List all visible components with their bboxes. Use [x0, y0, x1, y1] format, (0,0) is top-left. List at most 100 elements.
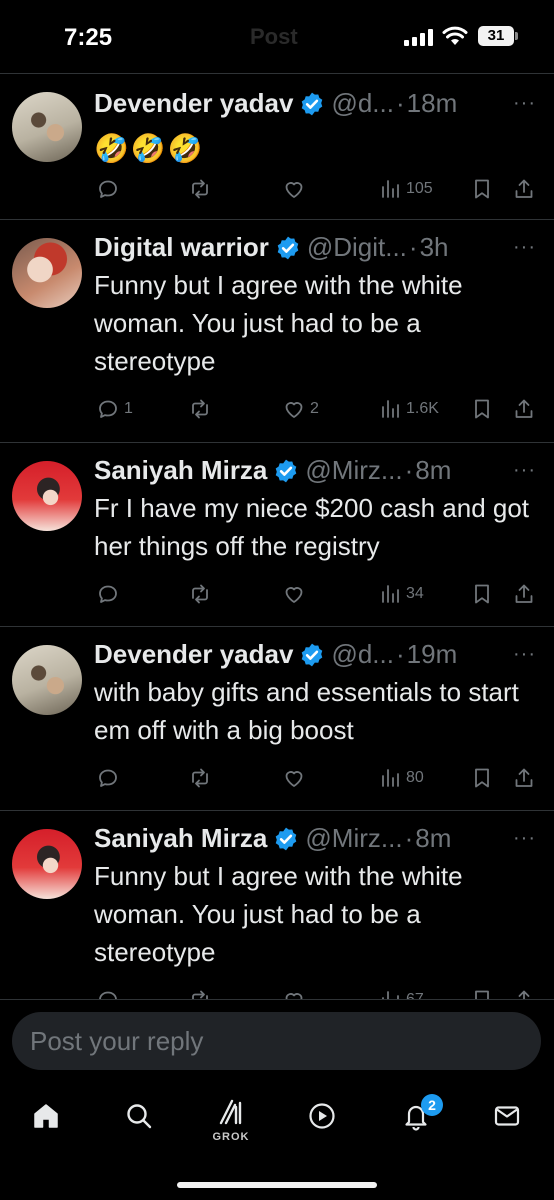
avatar[interactable] — [12, 92, 82, 162]
views-button[interactable]: 80 — [378, 765, 424, 791]
views-button[interactable]: 34 — [378, 581, 424, 607]
views-chart-icon — [382, 769, 399, 787]
author-handle[interactable]: @d... — [331, 88, 394, 119]
reply-text: 🤣🤣🤣 — [94, 133, 205, 164]
tab-home[interactable] — [28, 1098, 64, 1134]
comment-icon — [99, 400, 117, 418]
separator-dot: · — [408, 232, 418, 262]
like-button[interactable] — [282, 987, 310, 999]
reply-button[interactable] — [96, 987, 124, 999]
reply-button[interactable] — [96, 581, 124, 607]
reply-time: 18m — [406, 88, 458, 118]
tab-video[interactable] — [304, 1098, 340, 1134]
avatar[interactable] — [12, 829, 82, 899]
repost-button[interactable] — [188, 581, 216, 607]
reply-button[interactable]: 1 — [96, 396, 133, 422]
tab-grok[interactable] — [213, 1094, 249, 1130]
reply-composer[interactable] — [12, 1012, 541, 1070]
repost-button[interactable] — [188, 396, 216, 422]
separator-dot: · — [404, 455, 414, 485]
reply-item[interactable]: Saniyah Mirza @Mirz... · 8m ··· Fr I hav… — [0, 443, 554, 627]
views-button[interactable]: 105 — [378, 176, 433, 202]
home-indicator — [177, 1182, 377, 1188]
comment-count: 1 — [124, 400, 133, 417]
more-options-button[interactable]: ··· — [513, 643, 536, 666]
like-button[interactable] — [282, 581, 310, 607]
reply-item[interactable]: Saniyah Mirza @Mirz... · 8m ··· Funny bu… — [0, 811, 554, 999]
reply-item[interactable]: Digital warrior @Digit... · 3h ··· Funny… — [0, 220, 554, 443]
tab-messages[interactable] — [489, 1098, 525, 1134]
reply-button[interactable] — [96, 765, 124, 791]
heart-icon — [285, 402, 303, 418]
like-button[interactable] — [282, 765, 310, 791]
author-name[interactable]: Saniyah Mirza — [94, 823, 267, 854]
share-button[interactable] — [512, 396, 536, 422]
bookmark-button[interactable] — [470, 396, 494, 422]
bookmark-button[interactable] — [470, 987, 494, 999]
share-button[interactable] — [512, 987, 536, 999]
bookmark-button[interactable] — [470, 581, 494, 607]
repost-button[interactable] — [188, 176, 216, 202]
author-name[interactable]: Devender yadav — [94, 88, 293, 119]
view-count: 34 — [406, 585, 424, 602]
grok-label: GROK — [212, 1131, 250, 1143]
author-handle[interactable]: @Digit... — [307, 232, 407, 263]
replies-feed[interactable]: Devender yadav @d... · 18m ··· 🤣🤣🤣 105 D… — [0, 74, 554, 999]
author-name[interactable]: Devender yadav — [94, 639, 293, 670]
action-bar: 67 — [94, 987, 544, 999]
like-button[interactable] — [282, 176, 310, 202]
reply-header: Devender yadav @d... · 18m — [94, 88, 457, 119]
author-handle[interactable]: @Mirz... — [305, 455, 402, 486]
author-handle[interactable]: @Mirz... — [305, 823, 402, 854]
status-bar: 7:25 Post 31 — [0, 0, 554, 74]
reply-input[interactable] — [12, 1012, 541, 1070]
verified-badge-icon — [276, 459, 297, 482]
reply-item[interactable]: Devender yadav @d... · 19m ··· with baby… — [0, 627, 554, 811]
comment-icon — [99, 585, 117, 603]
more-options-button[interactable]: ··· — [513, 459, 536, 482]
reply-item[interactable]: Devender yadav @d... · 18m ··· 🤣🤣🤣 105 — [0, 74, 554, 220]
repost-button[interactable] — [188, 987, 216, 999]
repost-button[interactable] — [188, 765, 216, 791]
author-handle[interactable]: @d... — [331, 639, 394, 670]
repost-icon — [192, 990, 208, 999]
view-count: 80 — [406, 769, 424, 786]
avatar[interactable] — [12, 238, 82, 308]
bookmark-button[interactable] — [470, 765, 494, 791]
mail-icon — [494, 1106, 520, 1126]
reply-button[interactable] — [96, 176, 124, 202]
views-button[interactable]: 1.6K — [378, 396, 439, 422]
more-options-button[interactable]: ··· — [513, 236, 536, 259]
composer-divider — [0, 999, 554, 1000]
bookmark-icon — [475, 179, 489, 199]
heart-icon — [285, 771, 303, 787]
action-bar: 105 — [94, 176, 544, 202]
grok-icon — [219, 1099, 242, 1125]
reply-header: Digital warrior @Digit... · 3h — [94, 232, 449, 263]
tab-search[interactable] — [121, 1098, 157, 1134]
view-count: 1.6K — [406, 400, 439, 417]
reply-time: 8m — [415, 455, 452, 485]
bookmark-button[interactable] — [470, 176, 494, 202]
share-button[interactable] — [512, 765, 536, 791]
views-button[interactable]: 67 — [378, 987, 424, 999]
reply-time: 19m — [406, 639, 458, 669]
comment-icon — [99, 769, 117, 787]
like-button[interactable]: 2 — [282, 396, 319, 422]
repost-icon — [192, 768, 208, 788]
author-name[interactable]: Saniyah Mirza — [94, 455, 267, 486]
author-name[interactable]: Digital warrior — [94, 232, 269, 263]
reply-time: 3h — [419, 232, 449, 262]
more-options-button[interactable]: ··· — [513, 92, 536, 115]
avatar[interactable] — [12, 645, 82, 715]
bookmark-icon — [475, 584, 489, 604]
more-options-button[interactable]: ··· — [513, 827, 536, 850]
share-button[interactable] — [512, 176, 536, 202]
action-bar: 34 — [94, 581, 544, 607]
home-icon — [34, 1104, 58, 1128]
reply-header: Saniyah Mirza @Mirz... · 8m — [94, 455, 451, 486]
header-title: Post — [250, 24, 298, 49]
avatar[interactable] — [12, 461, 82, 531]
reply-text: with baby gifts and essentials to start … — [94, 677, 519, 745]
share-button[interactable] — [512, 581, 536, 607]
